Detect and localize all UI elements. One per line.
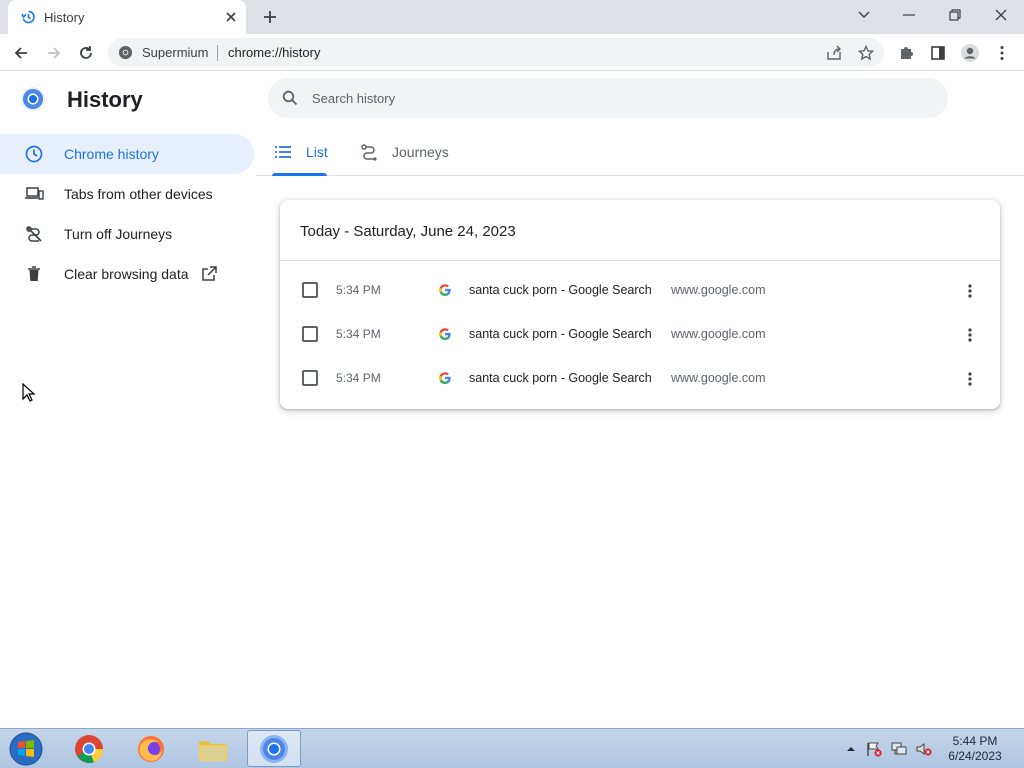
profile-avatar-icon[interactable] bbox=[957, 40, 983, 66]
forward-button[interactable] bbox=[41, 40, 67, 66]
taskbar: 5:44 PM 6/24/2023 bbox=[0, 728, 1024, 768]
entry-checkbox[interactable] bbox=[302, 370, 318, 386]
open-in-new-icon bbox=[201, 266, 217, 282]
clock-time: 5:44 PM bbox=[952, 734, 998, 748]
omnibox-separator bbox=[217, 45, 218, 61]
entry-title-link[interactable]: santa cuck porn - Google Search bbox=[469, 283, 652, 297]
entry-checkbox[interactable] bbox=[302, 282, 318, 298]
card-divider bbox=[280, 260, 1000, 261]
sidebar-item-label: Clear browsing data bbox=[64, 266, 189, 282]
show-hidden-icons-arrow[interactable] bbox=[843, 741, 859, 757]
history-entry[interactable]: 5:34 PM santa cuck porn - Google Search … bbox=[280, 357, 1000, 401]
side-panel-icon[interactable] bbox=[925, 40, 951, 66]
journeys-icon bbox=[360, 143, 378, 161]
active-tab-indicator bbox=[272, 173, 327, 176]
google-favicon-icon bbox=[438, 283, 452, 297]
more-actions-icon[interactable] bbox=[960, 281, 980, 301]
history-card: Today - Saturday, June 24, 2023 5:34 PM … bbox=[280, 200, 1000, 409]
journeys-off-icon bbox=[24, 224, 44, 244]
entry-time: 5:34 PM bbox=[336, 327, 381, 341]
search-icon bbox=[282, 90, 298, 106]
entry-domain: www.google.com bbox=[671, 371, 766, 385]
close-tab-icon[interactable] bbox=[222, 8, 240, 26]
tab-label: Journeys bbox=[392, 143, 449, 160]
address-bar[interactable]: Supermium chrome://history bbox=[108, 38, 884, 67]
google-favicon-icon bbox=[438, 327, 452, 341]
entry-checkbox[interactable] bbox=[302, 326, 318, 342]
tab-strip: History bbox=[0, 0, 1024, 34]
menu-kebab-icon[interactable] bbox=[989, 40, 1015, 66]
tab-label: List bbox=[306, 143, 328, 160]
reload-button[interactable] bbox=[73, 40, 99, 66]
browser-tab-history[interactable]: History bbox=[8, 0, 246, 34]
sidebar-item-label: Turn off Journeys bbox=[64, 226, 173, 242]
sidebar-item-label: Chrome history bbox=[64, 146, 159, 162]
history-icon bbox=[20, 9, 36, 25]
entry-time: 5:34 PM bbox=[336, 283, 381, 297]
tab-list[interactable]: List bbox=[274, 128, 328, 175]
browser-toolbar: Supermium chrome://history bbox=[0, 34, 1024, 71]
sidebar-item-label: Tabs from other devices bbox=[64, 186, 213, 202]
search-input[interactable] bbox=[312, 88, 912, 108]
restore-button[interactable] bbox=[933, 0, 977, 30]
site-name: Supermium bbox=[142, 45, 209, 60]
tab-search-icon[interactable] bbox=[842, 0, 886, 30]
sidebar-item-chrome-history[interactable]: Chrome history bbox=[0, 134, 254, 174]
page-title: History bbox=[67, 87, 143, 112]
chrome-logo-icon bbox=[20, 86, 46, 112]
start-button[interactable] bbox=[6, 730, 46, 768]
new-tab-button[interactable] bbox=[258, 6, 282, 28]
back-button[interactable] bbox=[8, 40, 34, 66]
entry-time: 5:34 PM bbox=[336, 371, 381, 385]
url-text[interactable]: chrome://history bbox=[228, 45, 320, 60]
sidebar-item-turn-off-journeys[interactable]: Turn off Journeys bbox=[0, 214, 254, 254]
entry-title-link[interactable]: santa cuck porn - Google Search bbox=[469, 371, 652, 385]
clock-icon bbox=[24, 144, 44, 164]
search-box[interactable] bbox=[268, 78, 948, 118]
entry-domain: www.google.com bbox=[671, 327, 766, 341]
sidebar-item-tabs-other-devices[interactable]: Tabs from other devices bbox=[0, 174, 254, 214]
tab-title: History bbox=[44, 10, 85, 25]
entry-title-link[interactable]: santa cuck porn - Google Search bbox=[469, 327, 652, 341]
list-icon bbox=[274, 143, 292, 161]
sidebar-item-clear-browsing-data[interactable]: Clear browsing data bbox=[0, 254, 254, 294]
sidebar: Chrome history Tabs from other devices T… bbox=[0, 134, 254, 294]
date-heading: Today - Saturday, June 24, 2023 bbox=[300, 223, 516, 240]
history-entry[interactable]: 5:34 PM santa cuck porn - Google Search … bbox=[280, 313, 1000, 357]
history-entry[interactable]: 5:34 PM santa cuck porn - Google Search … bbox=[280, 269, 1000, 313]
share-icon[interactable] bbox=[824, 43, 844, 63]
taskbar-explorer-icon[interactable] bbox=[186, 730, 240, 767]
taskbar-firefox-icon[interactable] bbox=[124, 730, 178, 767]
taskbar-chrome-icon[interactable] bbox=[62, 730, 116, 767]
entry-domain: www.google.com bbox=[671, 283, 766, 297]
minimize-button[interactable] bbox=[887, 0, 931, 30]
volume-muted-icon[interactable] bbox=[916, 741, 932, 757]
tab-journeys[interactable]: Journeys bbox=[360, 128, 449, 175]
action-center-flag-icon[interactable] bbox=[866, 741, 882, 757]
chrome-site-icon bbox=[118, 45, 133, 60]
extensions-icon[interactable] bbox=[893, 40, 919, 66]
taskbar-supermium-icon[interactable] bbox=[247, 730, 301, 767]
history-tabs: List Journeys bbox=[256, 128, 1024, 176]
trash-icon bbox=[24, 264, 44, 284]
google-favicon-icon bbox=[438, 371, 452, 385]
close-window-button[interactable] bbox=[979, 0, 1023, 30]
devices-icon bbox=[24, 184, 44, 204]
mouse-cursor-icon bbox=[22, 382, 36, 403]
clock-date: 6/24/2023 bbox=[948, 749, 1002, 763]
bookmark-star-icon[interactable] bbox=[856, 43, 876, 63]
taskbar-clock[interactable]: 5:44 PM 6/24/2023 bbox=[940, 734, 1010, 764]
more-actions-icon[interactable] bbox=[960, 369, 980, 389]
more-actions-icon[interactable] bbox=[960, 325, 980, 345]
network-icon[interactable] bbox=[891, 741, 907, 757]
